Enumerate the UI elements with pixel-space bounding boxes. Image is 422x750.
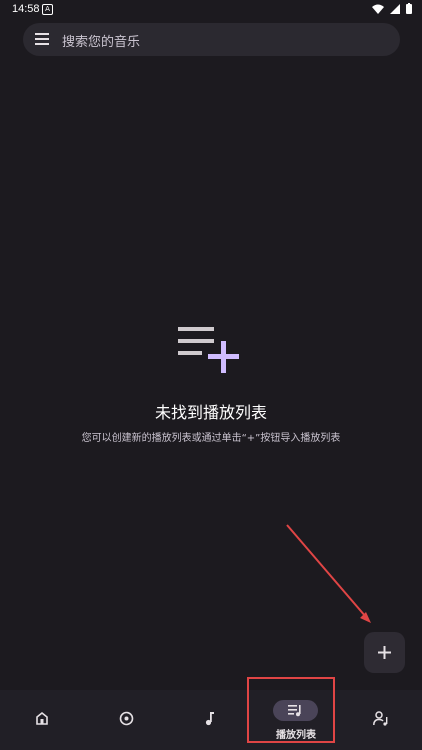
wifi-icon	[372, 4, 384, 14]
search-bar[interactable]: 搜索您的音乐	[23, 23, 400, 56]
playlist-add-icon	[178, 327, 239, 373]
add-playlist-button[interactable]	[364, 632, 405, 673]
menu-icon[interactable]	[35, 33, 49, 45]
plus-icon	[378, 646, 391, 659]
status-icons	[372, 3, 412, 14]
status-time: 14:58	[12, 3, 40, 15]
album-icon	[119, 711, 134, 726]
empty-state-title: 未找到播放列表	[154, 403, 267, 422]
battery-icon	[406, 3, 412, 14]
home-icon	[36, 711, 48, 725]
nav-item-songs[interactable]	[168, 690, 252, 750]
artist-icon	[373, 711, 388, 726]
nav-item-home[interactable]	[0, 690, 84, 750]
status-bar: 14:58 A	[0, 0, 422, 18]
search-input[interactable]: 搜索您的音乐	[62, 31, 140, 50]
annotation-arrow	[286, 524, 371, 623]
empty-state-description: 您可以创建新的播放列表或通过单击“+”按钮导入播放列表	[81, 433, 341, 444]
annotation-highlight-box	[247, 677, 335, 743]
nav-item-albums[interactable]	[84, 690, 168, 750]
bottom-navigation: 播放列表	[0, 690, 422, 750]
signal-icon	[390, 3, 400, 14]
nav-item-artists[interactable]	[338, 690, 422, 750]
music-note-icon	[205, 712, 214, 726]
notification-icon: A	[42, 4, 53, 15]
